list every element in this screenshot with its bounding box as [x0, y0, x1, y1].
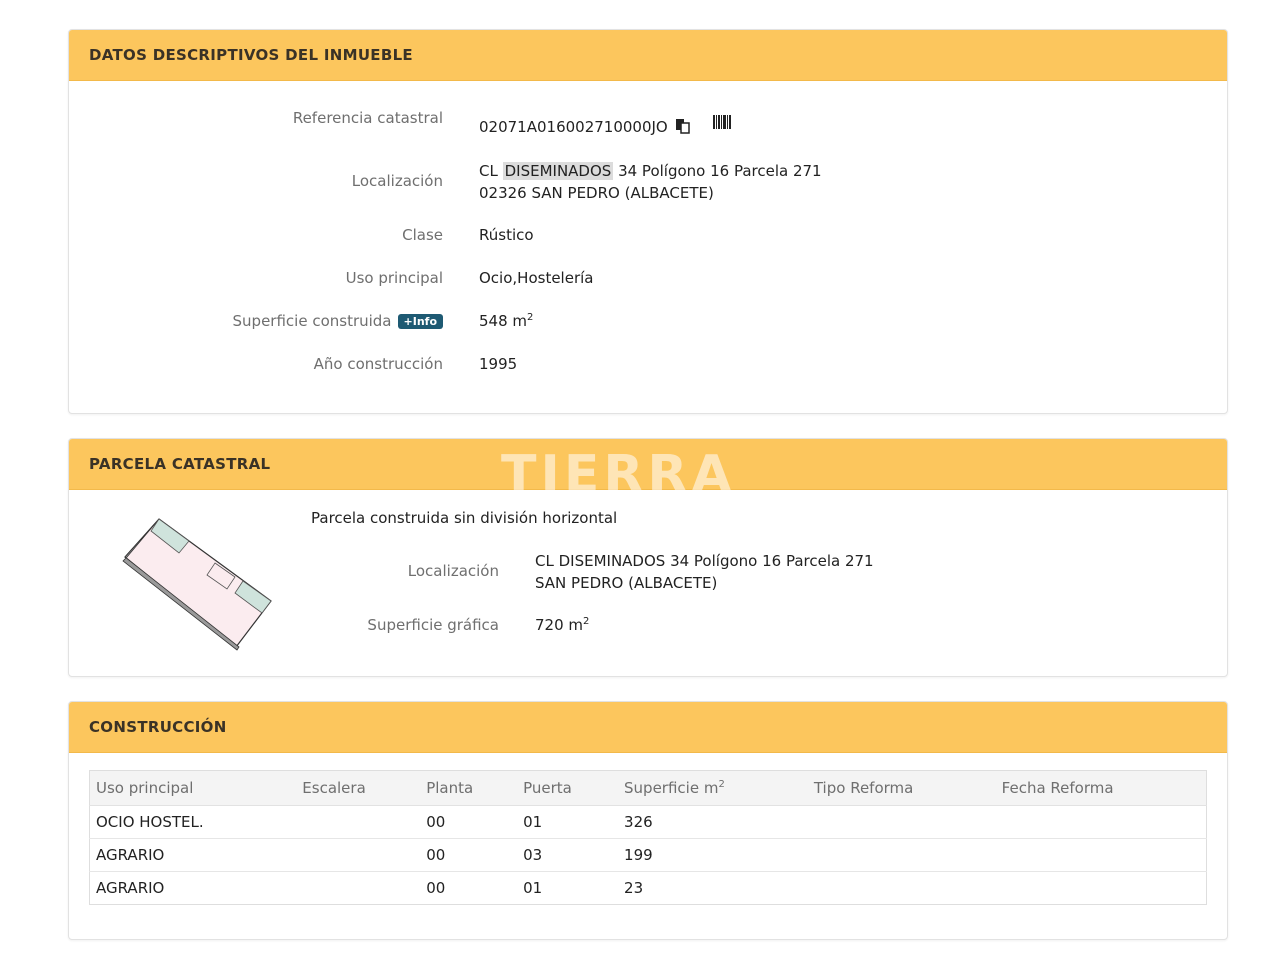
label-superficie-construida: Superficie construida +Info — [233, 312, 443, 330]
cell-escalera — [296, 805, 421, 839]
label-localizacion: Localización — [351, 172, 443, 190]
col-tipo-reforma[interactable]: Tipo Reforma — [807, 770, 996, 806]
referencia-catastral-text: 02071A016002710000JO — [479, 118, 668, 136]
col-superficie[interactable]: Superficie m2 — [618, 770, 808, 806]
cell-superficie: 23 — [624, 879, 644, 897]
value-superficie-grafica: 720 m2 — [535, 616, 589, 634]
superficie-grafica-value: 720 m — [535, 616, 584, 634]
cell-uso: OCIO HOSTEL. — [89, 805, 297, 839]
superficie-construida-text: Superficie construida — [232, 312, 392, 330]
localizacion-line1: CL DISEMINADOS 34 Polígono 16 Parcela 27… — [479, 160, 822, 182]
cell-fecha-reforma — [996, 872, 1207, 905]
panel-parcela-catastral: PARCELA CATASTRAL TIERRA Parcela constru… — [68, 438, 1228, 677]
value-anio-construccion: 1995 — [479, 355, 518, 373]
col-fecha-reforma[interactable]: Fecha Reforma — [995, 770, 1207, 806]
value-localizacion: CL DISEMINADOS 34 Polígono 16 Parcela 27… — [479, 160, 822, 204]
col-uso-principal[interactable]: Uso principal — [89, 770, 297, 806]
cell-tipo-reforma — [808, 872, 996, 905]
info-button[interactable]: +Info — [397, 314, 443, 329]
watermark-text: TIERRA — [501, 445, 736, 505]
label-anio-construccion: Año construcción — [313, 355, 443, 373]
label-referencia-catastral: Referencia catastral — [292, 109, 443, 127]
localizacion-suffix: 34 Polígono 16 Parcela 271 — [613, 162, 822, 180]
cell-tipo-reforma — [807, 805, 996, 839]
localizacion-prefix: CL — [479, 162, 503, 180]
panel-datos-descriptivos: DATOS DESCRIPTIVOS DEL INMUEBLE Referenc… — [68, 29, 1228, 414]
value-superficie-construida: 548 m2 — [479, 312, 533, 330]
localizacion-line2: 02326 SAN PEDRO (ALBACETE) — [479, 184, 714, 202]
cell-puerta: 03 — [517, 838, 619, 872]
cell-uso: AGRARIO — [89, 838, 297, 872]
cell-tipo-reforma — [807, 838, 996, 872]
value-uso-principal: Ocio,Hostelería — [479, 269, 594, 287]
superficie-construida-unit: 2 — [527, 312, 534, 323]
table-row: AGRARIO 00 03 199 — [89, 838, 1207, 872]
table-row: OCIO HOSTEL. 00 01 326 — [89, 805, 1207, 839]
cell-escalera — [296, 872, 420, 905]
cell-fecha-reforma — [995, 838, 1207, 872]
label-superficie-grafica: Superficie gráfica — [367, 616, 499, 634]
panel-header: DATOS DESCRIPTIVOS DEL INMUEBLE — [69, 30, 1227, 81]
copy-icon[interactable] — [675, 118, 691, 138]
col-escalera[interactable]: Escalera — [296, 770, 421, 806]
panel-header: PARCELA CATASTRAL TIERRA — [69, 439, 1227, 505]
cell-uso: AGRARIO — [96, 879, 165, 897]
panel-title: DATOS DESCRIPTIVOS DEL INMUEBLE — [89, 46, 413, 64]
cell-planta: 00 — [426, 879, 446, 897]
parcel-map-icon[interactable] — [121, 513, 273, 651]
cell-planta: 00 — [420, 805, 518, 839]
panel-title: PARCELA CATASTRAL — [89, 455, 271, 473]
table-row: AGRARIO 00 01 23 — [90, 872, 1207, 905]
superficie-construida-value: 548 m — [479, 312, 528, 330]
cell-superficie: 199 — [618, 838, 808, 872]
parcela-localizacion-line1: CL DISEMINADOS 34 Polígono 16 Parcela 27… — [535, 552, 874, 570]
value-parcela-localizacion: CL DISEMINADOS 34 Polígono 16 Parcela 27… — [535, 550, 874, 594]
localizacion-highlight: DISEMINADOS — [502, 162, 614, 180]
col-planta[interactable]: Planta — [420, 770, 518, 806]
label-clase: Clase — [402, 226, 443, 244]
panel-title: CONSTRUCCIÓN — [89, 718, 227, 736]
cell-planta: 00 — [420, 838, 518, 872]
panel-header: CONSTRUCCIÓN — [69, 702, 1227, 753]
cell-superficie: 326 — [618, 805, 808, 839]
cell-fecha-reforma — [995, 805, 1207, 839]
superficie-grafica-unit: 2 — [583, 616, 590, 627]
label-uso-principal: Uso principal — [345, 269, 443, 287]
value-clase: Rústico — [479, 226, 534, 244]
value-referencia-catastral: 02071A016002710000JO — [479, 115, 732, 138]
cell-escalera — [296, 838, 421, 872]
table-header-row: Uso principal Escalera Planta Puerta Sup… — [89, 770, 1207, 806]
cell-puerta: 01 — [523, 879, 543, 897]
construccion-table: Uso principal Escalera Planta Puerta Sup… — [89, 770, 1207, 905]
barcode-icon[interactable] — [713, 115, 732, 133]
cell-puerta: 01 — [517, 805, 619, 839]
parcela-localizacion-line2: SAN PEDRO (ALBACETE) — [535, 574, 718, 592]
label-parcela-localizacion: Localización — [407, 562, 499, 580]
col-puerta[interactable]: Puerta — [517, 770, 619, 806]
col-superficie-text: Superficie m — [624, 779, 719, 797]
parcela-subtitle: Parcela construida sin división horizont… — [311, 509, 618, 527]
col-superficie-unit: 2 — [718, 779, 725, 790]
panel-construccion: CONSTRUCCIÓN Uso principal Escalera Plan… — [68, 701, 1228, 940]
